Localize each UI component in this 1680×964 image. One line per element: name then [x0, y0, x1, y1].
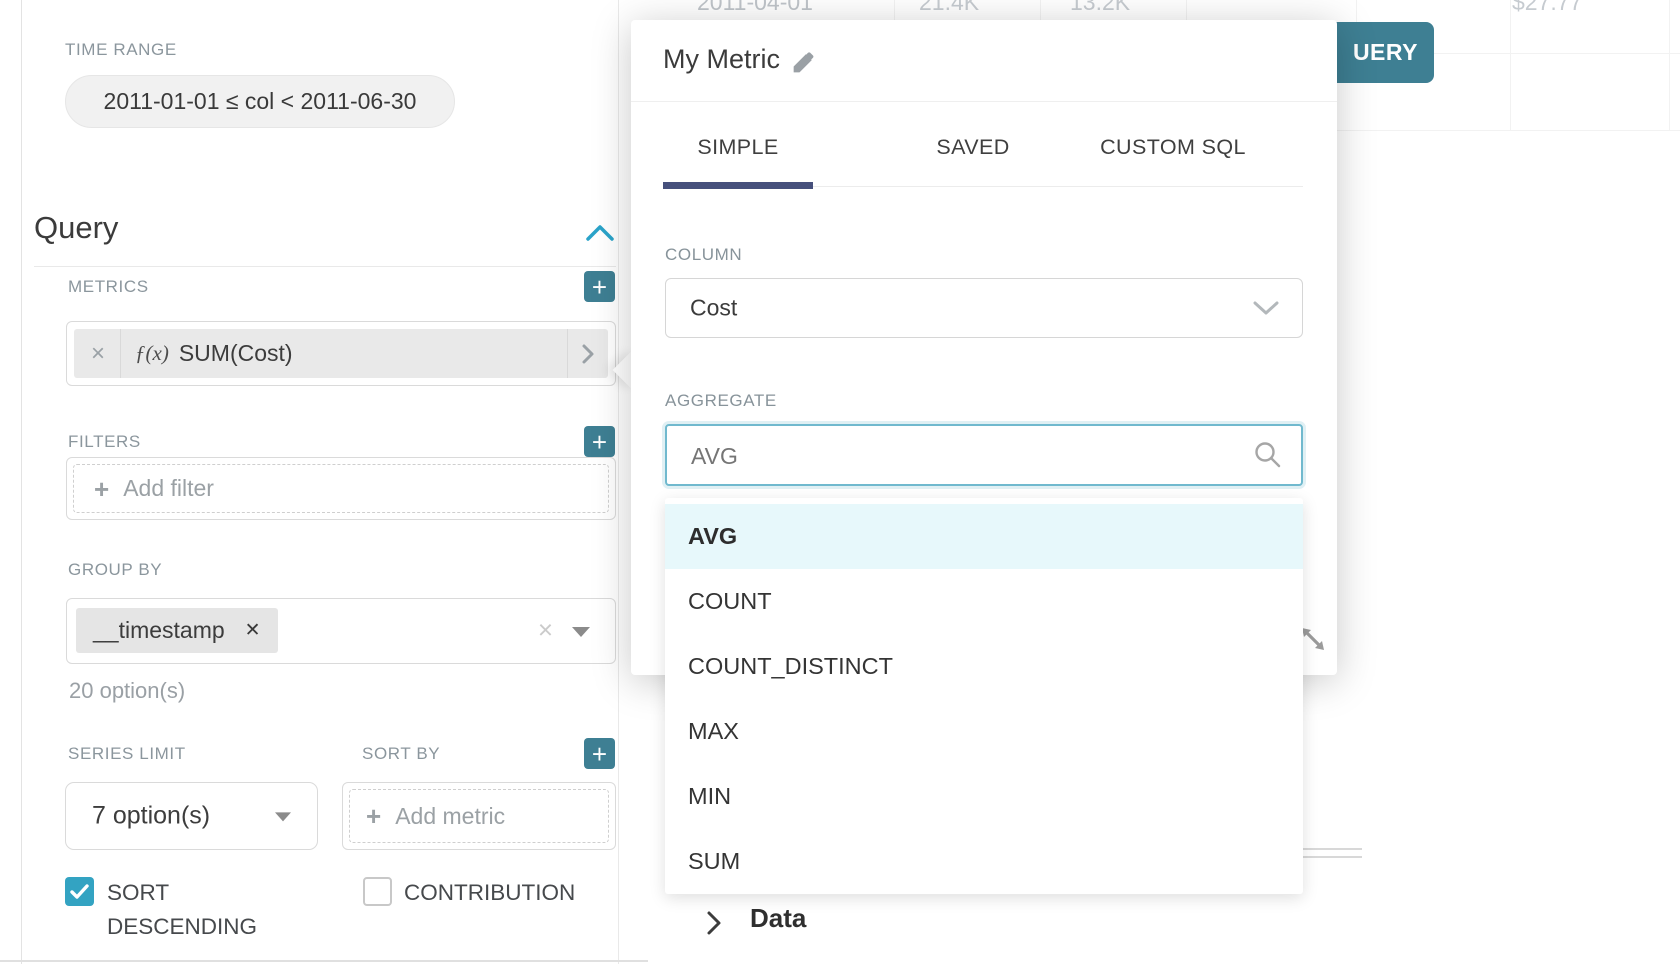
option-max[interactable]: MAX	[665, 699, 1303, 764]
aggregate-options-dropdown: AVG COUNT COUNT_DISTINCT MAX MIN SUM	[665, 498, 1303, 894]
option-avg[interactable]: AVG	[665, 504, 1303, 569]
sort-descending-checkbox[interactable]	[65, 877, 94, 906]
chevron-down-icon	[1252, 300, 1280, 316]
chevron-right-icon	[706, 910, 722, 936]
chevron-up-icon[interactable]	[584, 222, 616, 244]
bg-table-cell-date: 2011-04-01	[697, 0, 813, 16]
query-section-divider	[34, 266, 616, 267]
function-icon: ƒ(x)	[135, 341, 169, 366]
tab-simple[interactable]: SIMPLE	[663, 135, 813, 160]
add-filter-plus-button[interactable]: +	[584, 426, 615, 457]
series-limit-value: 7 option(s)	[92, 802, 210, 831]
group-by-label: GROUP BY	[68, 560, 162, 580]
metrics-label: METRICS	[68, 277, 149, 297]
panel-bottom-divider	[0, 960, 648, 962]
column-label: COLUMN	[665, 245, 742, 265]
column-select[interactable]: Cost	[665, 278, 1303, 338]
filters-label: FILTERS	[68, 432, 141, 452]
query-section-title: Query	[34, 210, 118, 246]
metric-name: SUM(Cost)	[179, 340, 293, 367]
panel-divider	[618, 0, 619, 964]
data-panel-header[interactable]: Data	[660, 896, 1680, 964]
run-query-visible-label: UERY	[1353, 39, 1418, 66]
time-range-pill[interactable]: 2011-01-01 ≤ col < 2011-06-30	[65, 75, 455, 128]
clear-select-icon[interactable]: ×	[538, 614, 553, 645]
column-select-value: Cost	[690, 295, 737, 322]
series-limit-select[interactable]: 7 option(s)	[65, 782, 318, 850]
bg-grid-line	[894, 0, 895, 20]
add-filter-dropzone[interactable]: + Add filter	[66, 457, 616, 520]
pane-splitter-line	[1300, 856, 1362, 858]
sort-descending-label: SORT DESCENDING	[107, 876, 277, 944]
popover-title: My Metric	[663, 44, 780, 75]
remove-metric-icon[interactable]: ×	[91, 342, 105, 366]
sort-by-label: SORT BY	[362, 744, 440, 764]
bg-grid-line	[1186, 0, 1187, 20]
plus-icon: +	[94, 476, 109, 502]
time-range-label: TIME RANGE	[65, 40, 177, 60]
pill-separator	[567, 329, 568, 378]
group-by-tag-label: __timestamp	[93, 617, 225, 644]
popover-header-divider	[631, 101, 1337, 102]
tab-custom-sql[interactable]: CUSTOM SQL	[1073, 135, 1273, 160]
aggregate-field	[665, 424, 1303, 486]
contribution-label: CONTRIBUTION	[404, 880, 575, 906]
time-range-value: 2011-01-01 ≤ col < 2011-06-30	[104, 88, 417, 115]
caret-down-icon	[275, 812, 291, 821]
option-count[interactable]: COUNT	[665, 569, 1303, 634]
search-icon	[1253, 440, 1283, 470]
metric-expand-chevron-icon[interactable]	[581, 343, 595, 365]
aggregate-search-input[interactable]	[689, 426, 1253, 486]
add-sort-by-plus-button[interactable]: +	[584, 738, 615, 769]
bg-grid-line	[1040, 0, 1041, 20]
bg-table-cell-price: $27.77	[1512, 0, 1582, 16]
group-by-tag[interactable]: __timestamp ✕	[76, 608, 278, 653]
tab-saved[interactable]: SAVED	[883, 135, 1063, 160]
checkmark-icon	[70, 884, 89, 899]
data-panel-title: Data	[750, 903, 806, 934]
pill-separator	[120, 329, 121, 378]
bg-table-cell-value2: 13.2K	[1070, 0, 1130, 16]
option-sum[interactable]: SUM	[665, 829, 1303, 894]
explore-view: 2011-04-01 21.4K 13.2K $27.77 UERY Data …	[0, 0, 1680, 964]
resize-diagonal-arrows-icon[interactable]	[1299, 625, 1327, 653]
metric-pill[interactable]: × ƒ(x) SUM(Cost)	[74, 329, 608, 378]
option-count-distinct[interactable]: COUNT_DISTINCT	[665, 634, 1303, 699]
bg-grid-line	[1669, 0, 1670, 130]
group-by-select[interactable]: __timestamp ✕ ×	[66, 598, 616, 664]
active-tab-underline	[663, 182, 813, 189]
aggregate-label: AGGREGATE	[665, 391, 777, 411]
add-sort-metric-label: Add metric	[395, 803, 505, 830]
option-min[interactable]: MIN	[665, 764, 1303, 829]
edit-pencil-icon[interactable]	[789, 49, 817, 77]
bg-grid-line	[1337, 130, 1680, 131]
bg-table-cell-value1: 21.4K	[919, 0, 979, 16]
remove-tag-icon[interactable]: ✕	[245, 619, 261, 642]
plus-icon: +	[366, 803, 381, 829]
bg-grid-line	[1510, 0, 1511, 130]
series-limit-label: SERIES LIMIT	[68, 744, 186, 764]
add-filter-label: Add filter	[123, 475, 214, 502]
add-sort-metric-dropzone[interactable]: + Add metric	[342, 782, 616, 850]
caret-down-icon[interactable]	[572, 627, 590, 637]
metrics-container: × ƒ(x) SUM(Cost)	[66, 321, 616, 386]
pane-splitter-line	[1300, 848, 1362, 850]
add-metric-plus-button[interactable]: +	[584, 271, 615, 302]
panel-left-edge	[21, 0, 22, 964]
contribution-checkbox[interactable]	[363, 877, 392, 906]
group-by-options-hint: 20 option(s)	[69, 678, 185, 704]
